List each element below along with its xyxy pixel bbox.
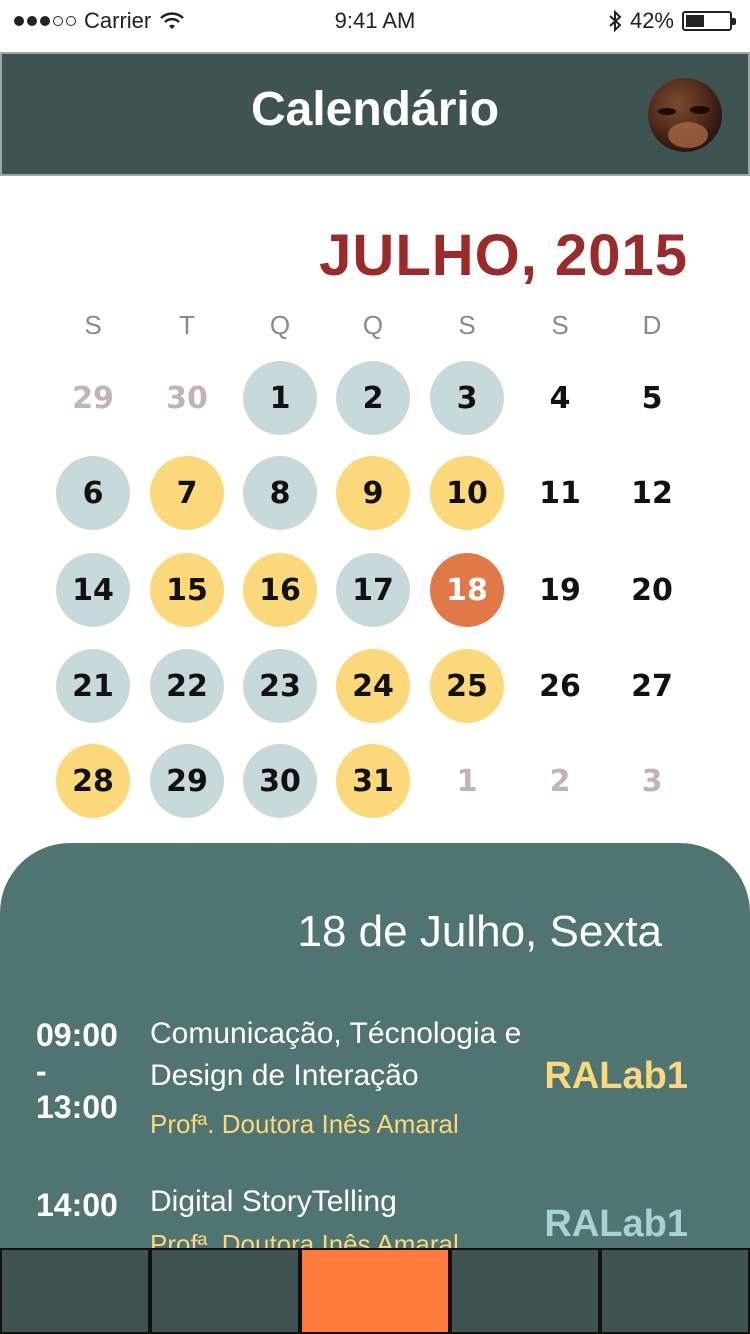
month-title: JULHO, 2015 [319,223,688,288]
tab-5[interactable] [600,1248,750,1334]
event-time-separator: - [36,1053,47,1089]
tab-2[interactable] [150,1248,300,1334]
event-time: 09:00 - 13:00 [36,1017,136,1125]
day-cell[interactable]: 24 [336,649,410,723]
avatar[interactable] [648,78,722,152]
day-cell[interactable]: 9 [336,456,410,530]
day-cell[interactable]: 14 [56,553,130,627]
day-cell[interactable]: 19 [523,553,597,627]
day-cell[interactable]: 6 [56,456,130,530]
tab-1[interactable] [0,1248,150,1334]
day-cell[interactable]: 5 [615,361,689,435]
day-cell[interactable]: 30 [243,744,317,818]
event-time-start: 14:00 [36,1187,118,1223]
day-cell[interactable]: 25 [430,649,504,723]
event-title: Comunicação, Técnologia e Design de Inte… [150,1017,522,1092]
day-cell[interactable]: 1 [430,744,504,818]
day-cell[interactable]: 29 [150,744,224,818]
day-cell[interactable]: 2 [336,361,410,435]
weekday-label: Q [362,310,384,340]
day-cell[interactable]: 26 [523,649,597,723]
status-bar: Carrier 9:41 AM 42% [0,0,750,40]
day-cell[interactable]: 23 [243,649,317,723]
day-cell-selected[interactable]: 18 [430,553,504,627]
day-cell[interactable]: 7 [150,456,224,530]
day-cell[interactable]: 31 [336,744,410,818]
day-cell[interactable]: 20 [615,553,689,627]
tab-bar [0,1248,750,1334]
battery-icon [682,11,736,31]
day-cell[interactable]: 4 [523,361,597,435]
weekday-label: S [84,310,102,340]
status-right: 42% [608,8,736,34]
day-cell[interactable]: 8 [243,456,317,530]
day-cell[interactable]: 10 [430,456,504,530]
day-cell[interactable]: 16 [243,553,317,627]
event-title: Digital StoryTelling [150,1185,397,1218]
tab-4[interactable] [450,1248,600,1334]
selected-date: 18 de Julho, Sexta [297,907,662,956]
day-cell[interactable]: 11 [523,456,597,530]
day-cell[interactable]: 22 [150,649,224,723]
app-header: Calendário [0,52,750,176]
event-room: RALab1 [544,1055,688,1097]
day-cell[interactable]: 27 [615,649,689,723]
day-cell[interactable]: 29 [56,361,130,435]
weekday-label: S [458,310,476,340]
day-cell[interactable]: 15 [150,553,224,627]
day-cell[interactable]: 3 [430,361,504,435]
day-cell[interactable]: 1 [243,361,317,435]
weekday-header: STQQSSD [0,310,750,346]
day-cell[interactable]: 21 [56,649,130,723]
page-title: Calendário [250,83,500,136]
event-time-end: 13:00 [36,1089,118,1125]
day-cell[interactable]: 28 [56,744,130,818]
day-cell[interactable]: 12 [615,456,689,530]
day-cell[interactable]: 2 [523,744,597,818]
bluetooth-icon [609,10,622,32]
event-time: 14:00 [36,1187,136,1223]
weekday-label: Q [269,310,291,340]
weekday-label: S [551,310,569,340]
day-cell[interactable]: 17 [336,553,410,627]
tab-3[interactable] [300,1248,450,1334]
day-cell[interactable]: 3 [615,744,689,818]
event-professor: Profª. Doutora Inês Amaral [150,1109,459,1139]
event-room: RALab1 [544,1203,688,1245]
weekday-label: D [642,310,662,340]
battery-percent: 42% [629,8,674,33]
day-cell[interactable]: 30 [150,361,224,435]
event-time-start: 09:00 [36,1017,118,1053]
weekday-label: T [179,310,195,340]
